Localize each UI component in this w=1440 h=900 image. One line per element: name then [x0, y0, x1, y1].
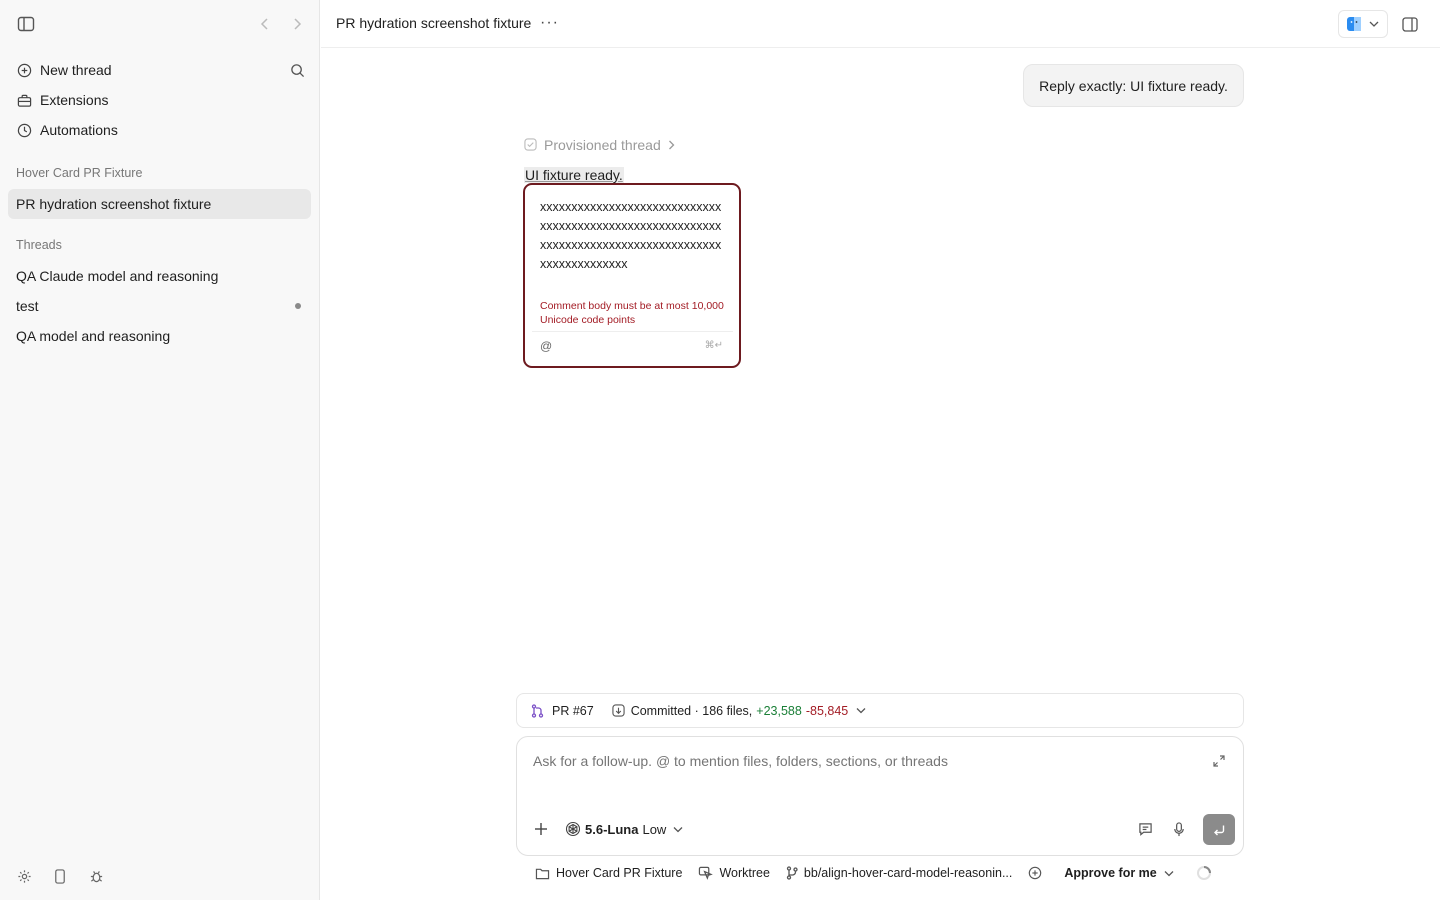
comment-footer: @ ⌘↵ — [532, 331, 733, 361]
composer-footer: Hover Card PR Fixture Worktree bb/align-… — [535, 862, 1234, 884]
back-arrow-icon[interactable] — [254, 13, 276, 35]
open-in-app-dropdown[interactable] — [1338, 10, 1388, 38]
provisioned-thread-label: Provisioned thread — [544, 137, 661, 153]
worktree-label: Worktree — [719, 866, 770, 880]
thread-label: test — [16, 298, 39, 314]
reasoning-effort: Low — [642, 821, 667, 837]
plus-circle-icon — [16, 62, 32, 78]
thread-label: QA model and reasoning — [16, 328, 171, 344]
branch-selector[interactable]: bb/align-hover-card-model-reasonin... — [786, 866, 1012, 880]
thread-item-test[interactable]: test — [8, 291, 311, 321]
extensions-button[interactable]: Extensions — [8, 85, 311, 115]
clock-icon — [16, 122, 32, 138]
toggle-right-panel-icon[interactable] — [1399, 13, 1421, 35]
assistant-response-text[interactable]: UI fixture ready. — [524, 167, 624, 183]
commit-summary-dropdown[interactable]: Committed · 186 files, +23,588 -85,845 — [612, 704, 867, 718]
provisioned-status-icon — [524, 138, 538, 152]
mobile-device-icon[interactable] — [49, 865, 71, 887]
pr-number: PR #67 — [552, 703, 594, 718]
finder-app-icon — [1347, 17, 1361, 31]
model-name: 5.6-Luna — [585, 821, 639, 837]
provisioned-thread-link[interactable]: Provisioned thread — [524, 137, 675, 153]
toolbox-icon — [16, 92, 32, 108]
sidebar: New thread Extensions Automations Hover … — [0, 0, 320, 900]
chevron-right-icon — [668, 140, 675, 150]
new-thread-label: New thread — [40, 62, 112, 78]
extensions-label: Extensions — [40, 92, 109, 108]
microphone-icon[interactable] — [1168, 818, 1190, 840]
worktree-icon — [699, 866, 714, 880]
send-button[interactable] — [1203, 814, 1235, 845]
more-options-button[interactable]: ··· — [540, 14, 559, 32]
git-pull-request-icon — [531, 703, 544, 718]
thread-item-pr-hydration[interactable]: PR hydration screenshot fixture — [8, 189, 311, 219]
new-worktree-button[interactable] — [1028, 866, 1048, 880]
toggle-sidebar-icon[interactable] — [15, 13, 37, 35]
approval-mode-label: Approve for me — [1064, 866, 1157, 880]
loading-spinner-icon — [1196, 865, 1218, 881]
settings-gear-icon[interactable] — [13, 865, 35, 887]
user-message-bubble: Reply exactly: UI fixture ready. — [1023, 64, 1244, 107]
branch-label: bb/align-hover-card-model-reasonin... — [803, 866, 1013, 880]
comment-textarea[interactable]: xxxxxxxxxxxxxxxxxxxxxxxxxxxxxxxxxxxxxxxx… — [540, 198, 726, 274]
composer: 5.6-Luna Low — [516, 736, 1244, 856]
add-attachment-icon[interactable] — [530, 818, 552, 840]
project-folder-selector[interactable]: Hover Card PR Fixture — [535, 866, 682, 880]
main-panel: PR hydration screenshot fixture ··· Repl… — [321, 0, 1440, 900]
chevron-down-icon — [1164, 870, 1174, 876]
expand-composer-icon[interactable] — [1208, 750, 1230, 772]
thread-item-qa-model[interactable]: QA model and reasoning — [8, 321, 311, 351]
project-section-label: Hover Card PR Fixture — [16, 166, 143, 180]
pr-status-bar: PR #67 Committed · 186 files, +23,588 -8… — [516, 693, 1244, 728]
comments-icon[interactable] — [1134, 818, 1156, 840]
commit-status-icon — [612, 704, 625, 717]
thread-label: QA Claude model and reasoning — [16, 268, 219, 284]
threads-section-label: Threads — [16, 238, 62, 252]
plus-circle-icon — [1029, 866, 1042, 880]
submit-shortcut-hint[interactable]: ⌘↵ — [705, 340, 723, 351]
return-arrow-icon — [1214, 825, 1225, 835]
pr-link[interactable]: PR #67 — [531, 704, 594, 718]
page-title: PR hydration screenshot fixture — [336, 15, 532, 31]
chevron-down-icon — [1369, 21, 1379, 27]
automations-button[interactable]: Automations — [8, 115, 311, 145]
search-icon[interactable] — [286, 59, 308, 81]
folder-icon — [535, 868, 550, 879]
additions-count: +23,588 — [756, 703, 802, 718]
follow-up-input[interactable] — [533, 753, 1193, 769]
git-branch-icon — [786, 866, 798, 880]
model-selector[interactable]: 5.6-Luna Low — [565, 821, 683, 837]
top-bar: PR hydration screenshot fixture ··· — [321, 0, 1440, 48]
user-message-text: Reply exactly: UI fixture ready. — [1039, 77, 1228, 94]
comment-error-message: Comment body must be at most 10,000 Unic… — [540, 300, 724, 326]
automations-label: Automations — [40, 122, 118, 138]
unread-dot — [295, 303, 301, 309]
commit-status-text: Committed · 186 files, — [630, 703, 753, 718]
new-thread-button[interactable]: New thread — [8, 55, 311, 85]
chevron-down-icon — [673, 826, 683, 832]
approval-mode-dropdown[interactable]: Approve for me — [1064, 866, 1179, 880]
openai-logo-icon — [565, 821, 581, 837]
bug-icon[interactable] — [85, 865, 107, 887]
mention-at-icon[interactable]: @ — [540, 339, 552, 353]
thread-item-qa-claude[interactable]: QA Claude model and reasoning — [8, 261, 311, 291]
chevron-down-icon — [856, 708, 866, 714]
thread-label: PR hydration screenshot fixture — [16, 196, 212, 212]
deletions-count: -85,845 — [805, 703, 849, 718]
worktree-selector[interactable]: Worktree — [698, 866, 770, 880]
project-folder-label: Hover Card PR Fixture — [556, 866, 683, 880]
inline-comment-card: xxxxxxxxxxxxxxxxxxxxxxxxxxxxxxxxxxxxxxxx… — [523, 183, 741, 368]
forward-arrow-icon[interactable] — [286, 13, 308, 35]
